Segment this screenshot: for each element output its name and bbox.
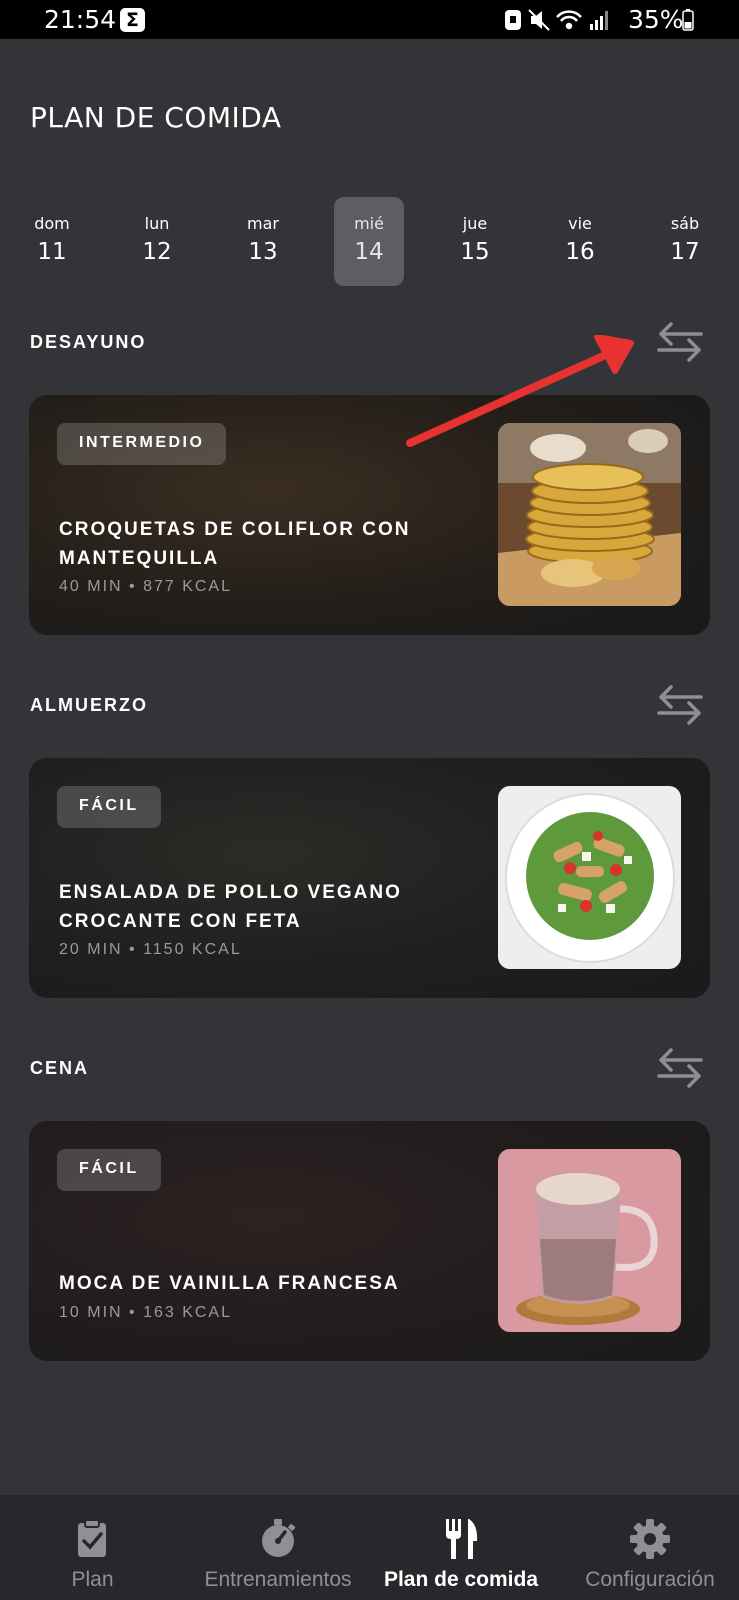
day-number: 15 — [460, 239, 490, 265]
meal-card-dinner[interactable]: FÁCIL MOCA DE VAINILLA FRANCESA 10 MIN •… — [29, 1121, 710, 1361]
meal-meta: 10 MIN • 163 KCAL — [59, 1304, 232, 1321]
gear-icon — [630, 1519, 670, 1559]
chicken-salad-photo — [498, 786, 681, 969]
cauliflower-croquettes-photo — [498, 423, 681, 606]
nav-label: Configuración — [585, 1568, 715, 1591]
section-title-breakfast: DESAYUNO — [30, 332, 147, 352]
status-icons — [505, 9, 608, 31]
meal-title: CROQUETAS DE COLIFLOR CON MANTEQUILLA — [59, 519, 411, 569]
day-name: vie — [568, 214, 592, 233]
day-saturday[interactable]: sáb 17 — [650, 197, 720, 286]
mute-icon — [528, 9, 550, 31]
day-number: 11 — [37, 239, 67, 265]
day-name: jue — [462, 214, 488, 233]
day-number: 12 — [142, 239, 172, 265]
meal-meta: 20 MIN • 1150 KCAL — [59, 941, 242, 958]
day-number: 14 — [354, 239, 384, 265]
meal-title: ENSALADA DE POLLO VEGANO CROCANTE CON FE… — [59, 882, 402, 932]
day-name: mar — [247, 214, 279, 233]
nav-label: Entrenamientos — [204, 1568, 352, 1591]
bottom-navigation: Plan Entrenamientos Plan de comida Confi… — [0, 1495, 739, 1600]
swap-icon[interactable] — [655, 320, 705, 364]
vanilla-mocha-photo — [498, 1149, 681, 1332]
difficulty-badge: FÁCIL — [57, 1149, 161, 1191]
nav-settings[interactable]: Configuración — [570, 1495, 730, 1600]
stopwatch-icon — [262, 1519, 296, 1557]
day-number: 13 — [248, 239, 278, 265]
nav-label: Plan de comida — [383, 1568, 539, 1591]
nav-workouts[interactable]: Entrenamientos — [188, 1495, 368, 1600]
section-title-lunch: ALMUERZO — [30, 695, 148, 715]
day-name: sáb — [670, 214, 700, 233]
day-friday[interactable]: vie 16 — [545, 197, 615, 286]
difficulty-badge: INTERMEDIO — [57, 423, 227, 465]
wifi-icon — [556, 10, 582, 30]
battery-percentage: 35% — [628, 5, 684, 34]
meal-title: MOCA DE VAINILLA FRANCESA — [59, 1273, 400, 1294]
nav-label: Plan — [71, 1568, 114, 1591]
day-name: lun — [144, 214, 170, 233]
status-time: 21:54 — [44, 5, 117, 34]
meal-card-lunch[interactable]: FÁCIL ENSALADA DE POLLO VEGANO CROCANTE … — [29, 758, 710, 998]
day-number: 17 — [670, 239, 700, 265]
clipboard-icon — [78, 1519, 106, 1557]
day-name: dom — [34, 214, 70, 233]
nav-plan[interactable]: Plan — [40, 1495, 145, 1600]
day-number: 16 — [565, 239, 595, 265]
notification-icon — [505, 10, 521, 30]
meal-meta: 40 MIN • 877 KCAL — [59, 578, 232, 595]
app-notification-icon: Σ — [120, 8, 145, 32]
fork-knife-icon — [446, 1519, 478, 1559]
day-monday[interactable]: lun 12 — [122, 197, 192, 286]
section-title-dinner: CENA — [30, 1058, 90, 1078]
swap-icon[interactable] — [655, 683, 705, 727]
annotation-arrow-icon — [406, 335, 634, 447]
nav-meal-plan[interactable]: Plan de comida — [376, 1495, 546, 1600]
day-tuesday[interactable]: mar 13 — [228, 197, 298, 286]
day-sunday[interactable]: dom 11 — [17, 197, 87, 286]
day-name: mié — [354, 214, 384, 233]
day-thursday[interactable]: jue 15 — [440, 197, 510, 286]
swap-icon[interactable] — [655, 1046, 705, 1090]
page-title: PLAN DE COMIDA — [30, 101, 282, 134]
difficulty-badge: FÁCIL — [57, 786, 161, 828]
day-wednesday-selected[interactable]: mié 14 — [334, 197, 404, 286]
signal-icon — [590, 11, 608, 30]
status-bar: 21:54 Σ 35% — [0, 0, 739, 39]
battery-icon — [682, 9, 694, 31]
